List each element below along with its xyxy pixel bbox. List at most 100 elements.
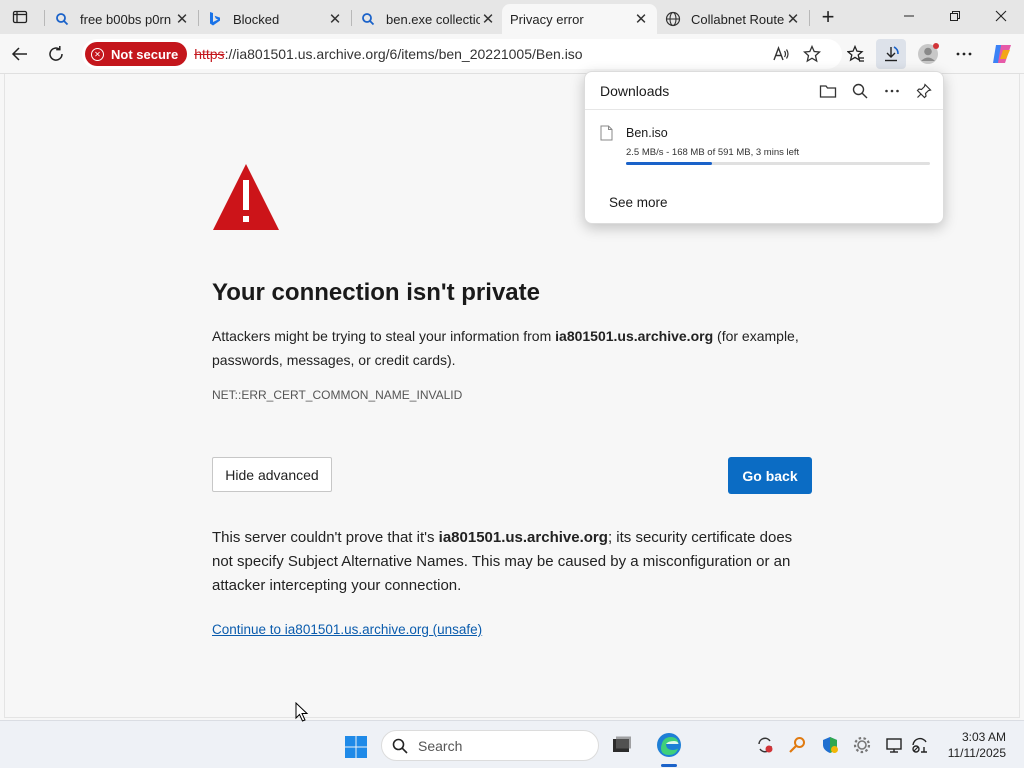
active-app-indicator (661, 764, 677, 767)
tab-3[interactable]: Privacy error ✕ (502, 4, 657, 34)
new-tab-button[interactable]: + (814, 4, 842, 30)
tab-title: Privacy error (510, 11, 584, 27)
clock-date: 11/11/2025 (947, 746, 1006, 760)
para-prefix: Attackers might be trying to steal your … (212, 328, 556, 344)
folder-icon (819, 85, 837, 98)
tab-title: Collabnet Router (691, 11, 785, 27)
open-folder-button[interactable] (818, 81, 838, 101)
tab-close-icon[interactable]: ✕ (633, 11, 649, 28)
read-aloud-icon (773, 46, 789, 61)
settings-menu-button[interactable] (949, 39, 979, 69)
download-filename[interactable]: Ben.iso (626, 126, 668, 140)
advanced-paragraph: This server couldn't prove that it's ia8… (212, 526, 812, 598)
warning-triangle-icon (213, 164, 279, 230)
search-icon (852, 83, 868, 99)
download-icon (885, 46, 899, 62)
bing-icon (207, 11, 223, 27)
profile-button[interactable] (913, 39, 943, 69)
refresh-icon (49, 46, 63, 61)
download-progress-bar (626, 162, 930, 165)
task-view-button[interactable] (608, 731, 636, 759)
warning-circle-icon: ✕ (91, 47, 104, 61)
taskbar-search[interactable]: Search (381, 730, 599, 761)
tab-title: ben.exe collectio (386, 11, 480, 27)
download-progress-fill (626, 162, 713, 165)
settings-gear-tray-icon[interactable] (852, 735, 872, 755)
mouse-cursor-icon (295, 702, 309, 722)
not-secure-badge[interactable]: ✕ Not secure (85, 42, 188, 66)
favorites-icon (847, 45, 864, 62)
minimize-icon (904, 15, 914, 17)
search-downloads-button[interactable] (850, 81, 870, 101)
search-icon (392, 738, 408, 754)
favorites-button[interactable] (841, 39, 871, 69)
search-placeholder: Search (418, 737, 463, 754)
address-bar[interactable]: ✕ Not secure https://ia801501.us.archive… (82, 39, 842, 69)
tab-actions-button[interactable] (6, 4, 34, 30)
add-favorite-button[interactable] (801, 43, 823, 65)
copilot-icon (993, 45, 1011, 63)
edge-taskbar-button[interactable] (655, 731, 683, 759)
downloads-header: Downloads (585, 72, 943, 110)
sync-tray-icon[interactable] (755, 735, 775, 755)
see-more-link[interactable]: See more (609, 195, 668, 210)
go-back-button[interactable]: Go back (728, 457, 812, 494)
avatar-icon (918, 43, 939, 64)
host-name: ia801501.us.archive.org (438, 529, 608, 546)
search-icon (360, 11, 376, 27)
tab-title: Blocked (233, 11, 280, 27)
minimize-button[interactable] (886, 0, 932, 32)
network-tray-icon[interactable] (910, 735, 930, 755)
tab-close-icon[interactable]: ✕ (480, 11, 496, 28)
adv-prefix: This server couldn't prove that it's (212, 529, 439, 546)
warning-paragraph: Attackers might be trying to steal your … (212, 324, 822, 372)
file-icon (600, 125, 613, 141)
system-clock[interactable]: 3:03 AM 11/11/2025 (938, 729, 1006, 761)
refresh-button[interactable] (41, 39, 71, 69)
close-window-button[interactable] (978, 0, 1024, 32)
arrow-left-icon (11, 47, 27, 61)
edge-icon (657, 733, 681, 757)
pin-button[interactable] (914, 81, 934, 101)
more-icon (885, 89, 899, 93)
hide-advanced-button[interactable]: Hide advanced (212, 457, 332, 492)
tab-actions-icon (12, 10, 28, 24)
downloads-more-button[interactable] (882, 81, 902, 101)
close-icon (995, 10, 1007, 22)
copilot-button[interactable] (987, 39, 1017, 69)
task-view-icon (613, 736, 631, 752)
continue-unsafe-link[interactable]: Continue to ia801501.us.archive.org (uns… (212, 622, 482, 637)
windows-start-icon[interactable] (344, 735, 368, 759)
taskbar: Search 3:03 AM 11/11/2025 (0, 720, 1024, 768)
host-name: ia801501.us.archive.org (555, 328, 714, 344)
tab-2[interactable]: ben.exe collectio ✕ (352, 4, 504, 34)
downloads-panel: Downloads Ben.iso 2.5 MB/s - 168 MB of 5… (584, 71, 944, 224)
tab-1[interactable]: Blocked ✕ (199, 4, 351, 34)
downloads-title: Downloads (600, 83, 670, 99)
url-text[interactable]: https://ia801501.us.archive.org/6/items/… (194, 46, 582, 62)
tab-separator (44, 10, 45, 26)
back-button[interactable] (5, 39, 35, 69)
tab-close-icon[interactable]: ✕ (174, 11, 190, 28)
tab-4[interactable]: Collabnet Router ✕ (657, 4, 809, 34)
tab-0[interactable]: free b00bs p0rn - ✕ (46, 4, 198, 34)
tab-close-icon[interactable]: ✕ (785, 11, 801, 28)
star-icon (803, 45, 821, 63)
globe-icon (665, 11, 681, 27)
tab-title: free b00bs p0rn - (80, 11, 174, 27)
clock-time: 3:03 AM (961, 730, 1006, 744)
restore-button[interactable] (932, 0, 978, 32)
read-aloud-button[interactable] (770, 43, 792, 65)
tab-strip: free b00bs p0rn - ✕ Blocked ✕ ben.exe co… (0, 0, 1024, 34)
security-label: Not secure (111, 46, 179, 62)
downloads-button[interactable] (876, 39, 906, 69)
security-shield-icon[interactable] (820, 735, 840, 755)
plus-icon: + (821, 4, 835, 29)
tab-close-icon[interactable]: ✕ (327, 11, 343, 28)
page-title: Your connection isn't private (212, 279, 540, 306)
error-code[interactable]: NET::ERR_CERT_COMMON_NAME_INVALID (212, 388, 462, 402)
pin-icon (916, 83, 932, 99)
url-rest: ://ia801501.us.archive.org/6/items/ben_2… (224, 46, 583, 62)
display-tray-icon[interactable] (884, 735, 904, 755)
key-tray-icon[interactable] (787, 735, 807, 755)
